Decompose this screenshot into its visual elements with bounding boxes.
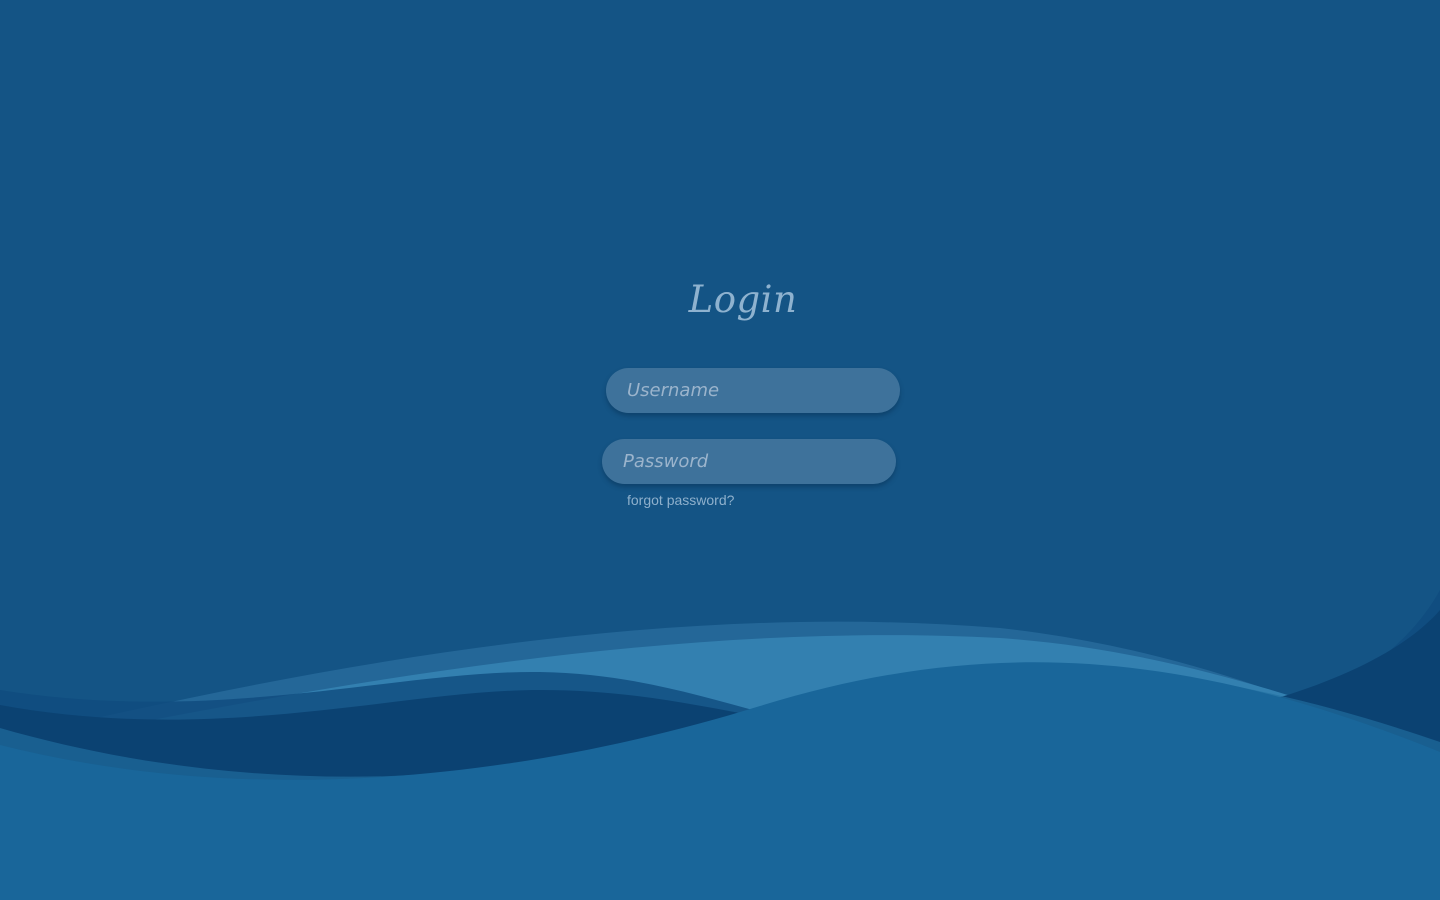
password-input[interactable] bbox=[602, 439, 896, 484]
username-input[interactable] bbox=[606, 368, 900, 413]
password-field[interactable] bbox=[602, 439, 896, 484]
username-field[interactable] bbox=[606, 368, 900, 413]
login-title: Login bbox=[688, 278, 798, 321]
login-form: Login forgot password? bbox=[0, 0, 1440, 900]
forgot-password-link[interactable]: forgot password? bbox=[627, 492, 734, 508]
